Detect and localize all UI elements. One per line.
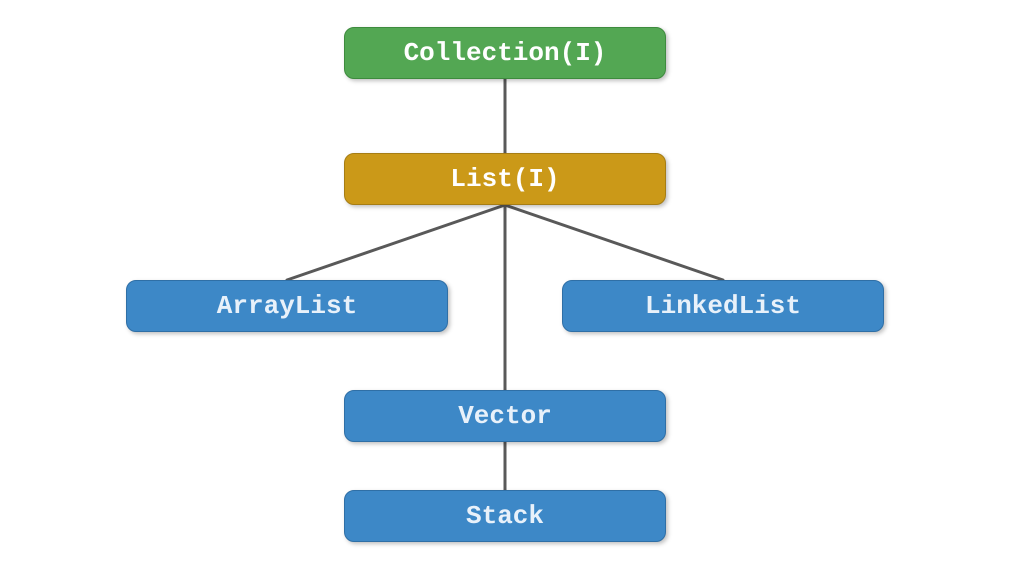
node-collection: Collection(I) — [344, 27, 666, 79]
edge-line — [505, 205, 723, 280]
node-vector: Vector — [344, 390, 666, 442]
node-arraylist: ArrayList — [126, 280, 448, 332]
node-label: List(I) — [450, 164, 559, 194]
edge-line — [287, 205, 505, 280]
node-linkedlist: LinkedList — [562, 280, 884, 332]
node-stack: Stack — [344, 490, 666, 542]
node-label: Vector — [458, 401, 552, 431]
node-label: Collection(I) — [404, 38, 607, 68]
node-label: LinkedList — [645, 291, 801, 321]
node-label: Stack — [466, 501, 544, 531]
node-list: List(I) — [344, 153, 666, 205]
node-label: ArrayList — [217, 291, 357, 321]
